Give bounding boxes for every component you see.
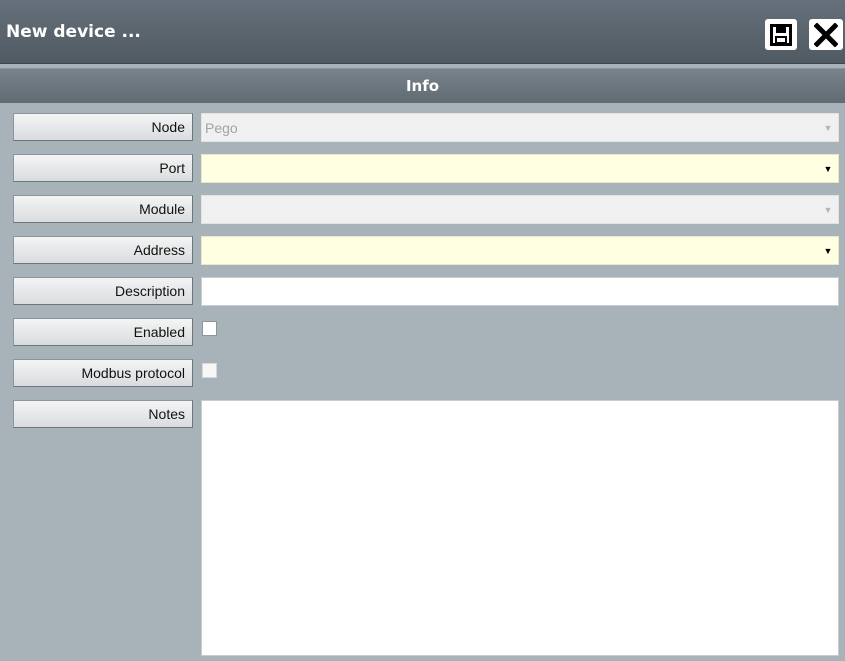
floppy-disk-icon: [770, 23, 792, 46]
node-label-button[interactable]: Node: [13, 113, 193, 141]
node-dropdown: Pego ▼: [201, 113, 839, 142]
title-bar: New device ...: [0, 0, 845, 64]
address-dropdown[interactable]: ▼: [201, 236, 839, 265]
node-value: Pego: [205, 119, 238, 136]
module-label-button[interactable]: Module: [13, 195, 193, 223]
notes-textarea[interactable]: [201, 400, 839, 656]
port-label-button[interactable]: Port: [13, 154, 193, 182]
chevron-down-icon[interactable]: ▼: [818, 246, 838, 256]
description-input[interactable]: [201, 277, 839, 306]
modbus-protocol-checkbox: [202, 363, 217, 378]
new-device-window: New device ... Info Node Pego ▼ Port ▼ M…: [0, 0, 845, 661]
chevron-down-icon: ▼: [823, 122, 833, 133]
enabled-label-button[interactable]: Enabled: [13, 318, 193, 346]
chevron-down-icon[interactable]: ▼: [818, 164, 838, 174]
notes-label-button[interactable]: Notes: [13, 400, 193, 428]
info-section-header: Info: [0, 68, 845, 103]
port-dropdown[interactable]: ▼: [201, 154, 839, 183]
description-label-button[interactable]: Description: [13, 277, 193, 305]
modbus-protocol-label-button[interactable]: Modbus protocol: [13, 359, 193, 387]
enabled-checkbox[interactable]: [202, 321, 217, 336]
close-button[interactable]: [809, 19, 843, 50]
module-dropdown: ▼: [201, 195, 839, 224]
window-title: New device ...: [6, 22, 141, 42]
address-label-button[interactable]: Address: [13, 236, 193, 264]
close-x-icon: [814, 22, 838, 47]
info-section-title: Info: [405, 77, 440, 95]
save-button[interactable]: [765, 19, 797, 50]
chevron-down-icon: ▼: [823, 204, 833, 215]
